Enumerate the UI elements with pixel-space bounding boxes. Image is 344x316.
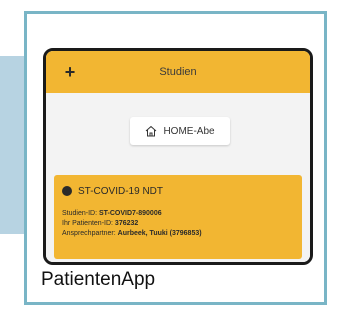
app-content: HOME-Abe ST-COVID-19 NDT Studien-ID: ST-… xyxy=(46,93,310,262)
study-title: ST-COVID-19 NDT xyxy=(78,185,164,197)
study-id-value: ST-COVID7-890006 xyxy=(98,210,162,217)
app-caption: PatientenApp xyxy=(41,269,156,290)
contact-value: Aurbeek, Tuuki (3796853) xyxy=(117,230,202,237)
study-details: Studien-ID: ST-COVID7-890006 Ihr Patient… xyxy=(62,209,294,239)
contact-label: Ansprechpartner: xyxy=(62,230,118,237)
page-title: Studien xyxy=(159,66,197,78)
home-button-label: HOME-Abe xyxy=(163,125,215,137)
study-card[interactable]: ST-COVID-19 NDT Studien-ID: ST-COVID7-89… xyxy=(54,175,302,259)
patient-id-value: 376232 xyxy=(114,220,139,227)
patient-id-row: Ihr Patienten-ID: 376232 xyxy=(62,219,294,229)
study-id-label: Studien-ID: xyxy=(62,210,99,217)
study-id-row: Studien-ID: ST-COVID7-890006 xyxy=(62,209,294,219)
contact-row: Ansprechpartner: Aurbeek, Tuuki (3796853… xyxy=(62,229,294,239)
study-header: ST-COVID-19 NDT xyxy=(62,183,294,199)
patient-id-label: Ihr Patienten-ID: xyxy=(62,220,115,227)
study-status-icon xyxy=(62,186,72,196)
home-button[interactable]: HOME-Abe xyxy=(130,117,230,145)
app-preview-card[interactable]: + Studien HOME-Abe ST-COVID-19 NDT Studi… xyxy=(24,11,327,305)
app-header: + Studien xyxy=(46,51,310,93)
background-strip xyxy=(0,56,24,234)
home-icon xyxy=(145,125,157,137)
phone-screen: + Studien HOME-Abe ST-COVID-19 NDT Studi… xyxy=(43,48,313,265)
